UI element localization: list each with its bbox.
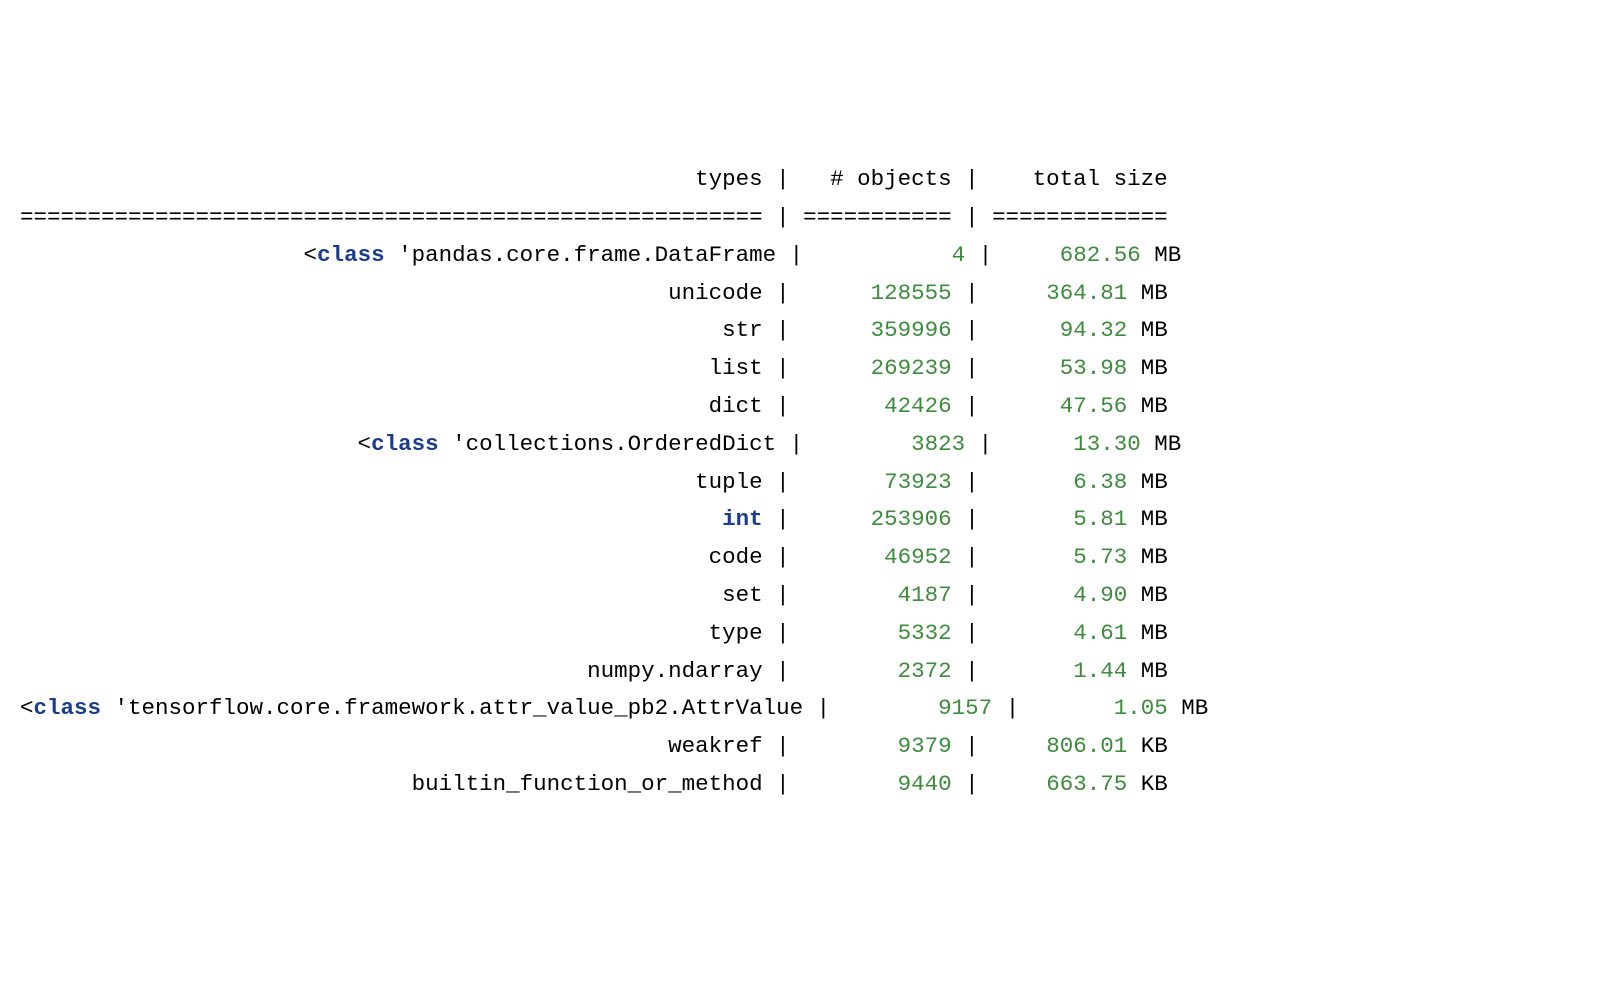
memory-summary-output: types | # objects | total size==========…: [20, 161, 1580, 804]
data-row: dict | 42426 | 47.56 MB: [20, 388, 1580, 426]
separator-row: ========================================…: [20, 199, 1580, 237]
data-row: list | 269239 | 53.98 MB: [20, 350, 1580, 388]
data-row: <class 'collections.OrderedDict | 3823 |…: [20, 426, 1580, 464]
data-row: weakref | 9379 | 806.01 KB: [20, 728, 1580, 766]
data-row: numpy.ndarray | 2372 | 1.44 MB: [20, 653, 1580, 691]
data-row: code | 46952 | 5.73 MB: [20, 539, 1580, 577]
data-row: type | 5332 | 4.61 MB: [20, 615, 1580, 653]
data-row: tuple | 73923 | 6.38 MB: [20, 464, 1580, 502]
data-row: builtin_function_or_method | 9440 | 663.…: [20, 766, 1580, 804]
header-row: types | # objects | total size: [20, 161, 1580, 199]
data-row: <class 'pandas.core.frame.DataFrame | 4 …: [20, 237, 1580, 275]
data-row: str | 359996 | 94.32 MB: [20, 312, 1580, 350]
data-row: set | 4187 | 4.90 MB: [20, 577, 1580, 615]
data-row: unicode | 128555 | 364.81 MB: [20, 275, 1580, 313]
data-row: int | 253906 | 5.81 MB: [20, 501, 1580, 539]
data-row: <class 'tensorflow.core.framework.attr_v…: [20, 690, 1580, 728]
